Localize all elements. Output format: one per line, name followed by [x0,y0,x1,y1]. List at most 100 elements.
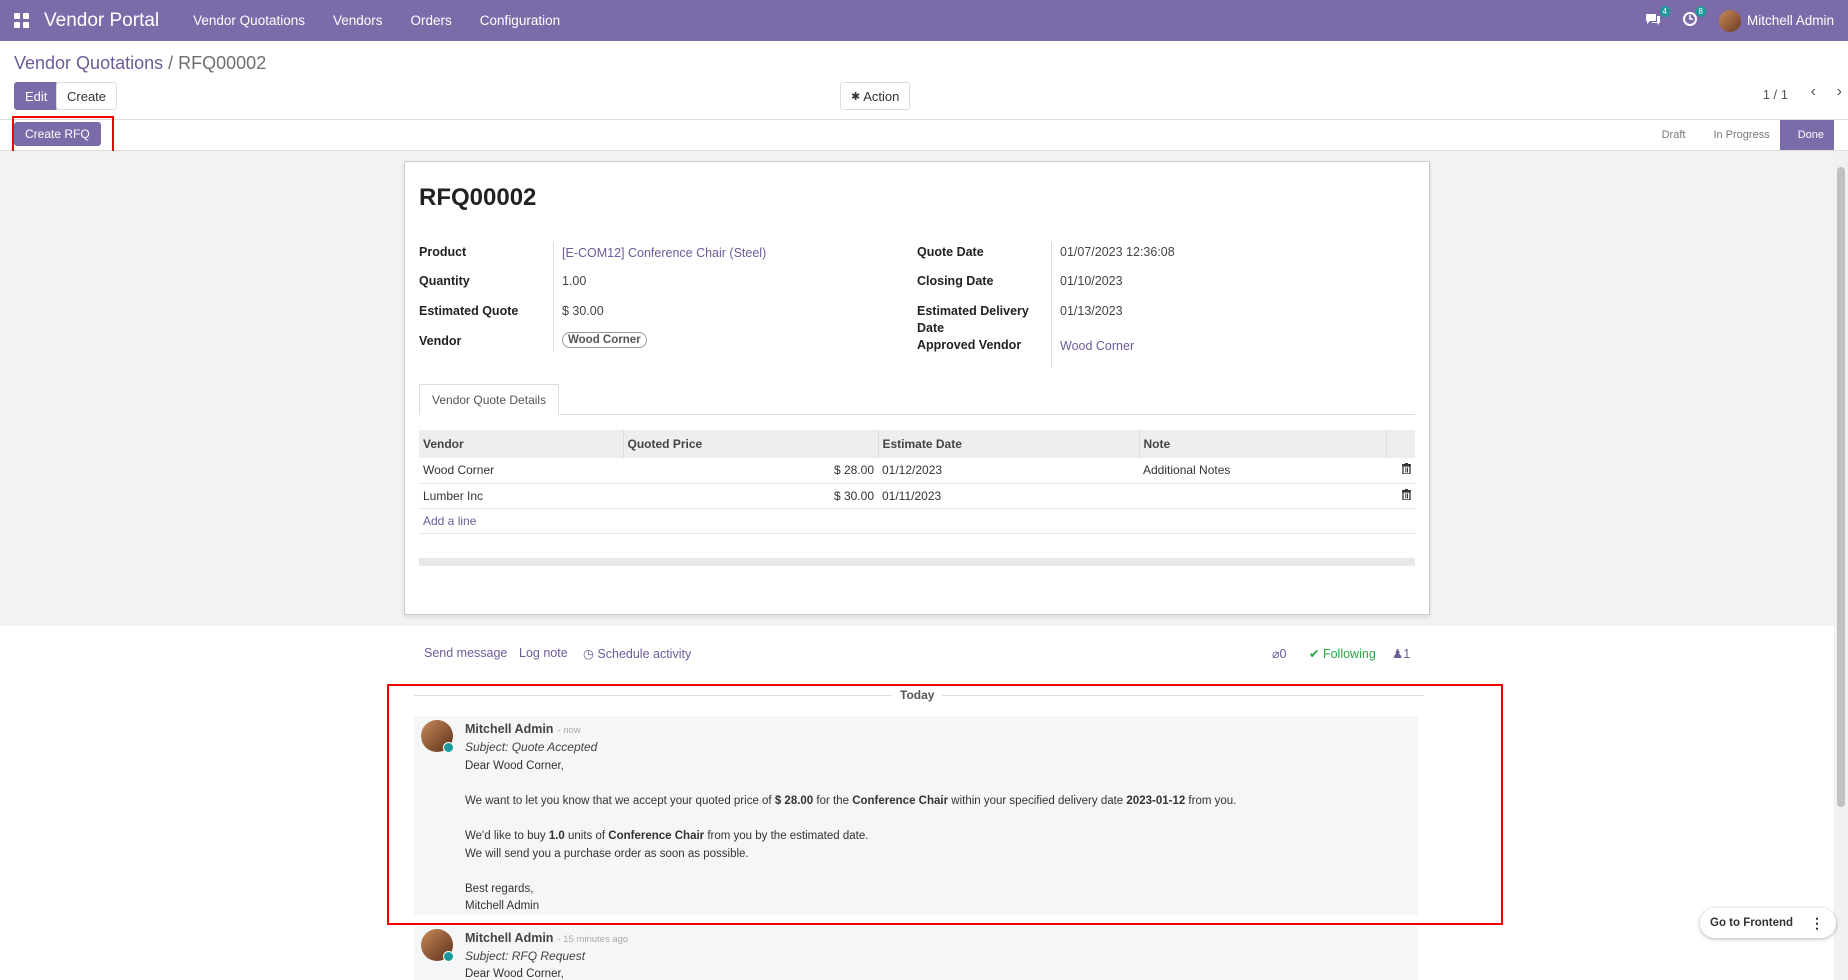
estimated-delivery-field[interactable]: 01/13/2023 [1060,304,1123,318]
pager-next-icon[interactable]: › [1837,83,1842,101]
brand-title[interactable]: Vendor Portal [44,10,159,32]
vendor-tag[interactable]: Wood Corner [562,332,647,348]
row-quoted-price[interactable]: $ 28.00 [623,458,878,484]
activities-clock-icon[interactable]: 8 [1682,5,1706,30]
row-vendor[interactable]: Lumber Inc [419,483,623,509]
quantity-field[interactable]: 1.00 [562,274,586,288]
user-menu[interactable]: Mitchell Admin [1747,13,1834,28]
menu-vendor-quotations[interactable]: Vendor Quotations [193,13,305,28]
column-header-note[interactable]: Note [1139,430,1387,458]
menu-orders[interactable]: Orders [411,13,452,28]
following-label: Following [1322,647,1376,661]
menu-configuration[interactable]: Configuration [480,13,560,28]
vendor-label: Vendor [419,334,462,348]
row-vendor[interactable]: Wood Corner [419,458,623,484]
tab-vendor-quote-details[interactable]: Vendor Quote Details [419,384,560,415]
page-scrollbar[interactable] [1834,151,1848,980]
row-estimate-date[interactable]: 01/11/2023 [878,483,1139,509]
stage-in-progress[interactable]: In Progress [1695,120,1779,150]
action-label: Action [863,88,900,104]
highlight-accepted-message [387,684,1503,925]
row-quoted-price[interactable]: $ 30.00 [623,483,878,509]
product-field[interactable]: [E-COM12] Conference Chair (Steel) [562,246,766,260]
followers-button[interactable]: ♟1 [1392,646,1410,661]
attachments-count: 0 [1279,647,1287,661]
notebook-tab-line [419,414,1415,415]
column-header-actions [1386,430,1415,458]
activities-count-badge: 8 [1695,5,1706,17]
approved-vendor-field[interactable]: Wood Corner [1060,339,1134,353]
column-header-vendor[interactable]: Vendor [419,430,624,458]
record-title: RFQ00002 [419,184,537,211]
messages-count-badge: 4 [1659,5,1670,17]
estimated-quote-label: Estimated Quote [419,304,519,318]
column-header-estimate-date[interactable]: Estimate Date [878,430,1140,458]
go-to-frontend-label: Go to Frontend [1710,917,1794,929]
form-sheet: RFQ00002 Product [E-COM12] Conference Ch… [404,161,1430,615]
user-avatar[interactable] [1718,9,1741,32]
stage-draft[interactable]: Draft [1644,120,1696,150]
top-navbar: Vendor Portal Vendor Quotations Vendors … [0,0,1848,41]
quote-date-label: Quote Date [917,245,984,259]
attachments-button[interactable]: ⌀0 [1272,646,1286,661]
create-button[interactable]: Create [56,82,118,110]
pager-previous-icon[interactable]: ‹ [1811,83,1816,101]
more-options-icon[interactable]: ⋮ [1810,915,1824,932]
paperclip-icon: ⌀ [1272,647,1280,661]
add-a-line-link[interactable]: Add a line [423,514,476,528]
message-author-line: Mitchell Admin - 15 minutes ago [465,931,628,945]
breadcrumb-separator: / [168,53,174,73]
followers-count: 1 [1403,647,1411,661]
closing-date-field[interactable]: 01/10/2023 [1060,274,1123,288]
closing-date-label: Closing Date [917,274,994,288]
quantity-label: Quantity [419,274,470,288]
quote-date-field[interactable]: 01/07/2023 12:36:08 [1060,245,1175,259]
breadcrumb: Vendor Quotations / RFQ00002 [14,53,266,74]
gear-icon: ✱ [851,90,861,103]
go-to-frontend-button[interactable]: Go to Frontend ⋮ [1700,908,1836,938]
approved-vendor-label: Approved Vendor [917,338,1022,352]
check-icon: ✔ [1309,647,1320,661]
messages-icon[interactable]: 4 [1645,5,1670,30]
message-author[interactable]: Mitchell Admin [465,931,553,945]
schedule-activity-button[interactable]: ◷ Schedule activity [583,646,691,661]
stage-pipeline: Draft In Progress Done [1644,120,1834,150]
table-row[interactable]: Wood Corner $ 28.00 01/12/2023 Additiona… [419,458,1415,484]
trash-icon[interactable] [1386,458,1415,484]
pager-value[interactable]: 1 / 1 [1763,87,1788,102]
estimated-quote-field[interactable]: $ 30.00 [562,304,604,318]
breadcrumb-parent[interactable]: Vendor Quotations [14,53,163,73]
form-statusbar: Create RFQ Draft In Progress Done [0,119,1848,151]
message-subject: Subject: RFQ Request [465,949,586,963]
trash-icon[interactable] [1386,483,1415,509]
right-column-divider [1051,242,1052,368]
table-row[interactable]: Lumber Inc $ 30.00 01/11/2023 [419,483,1415,509]
row-note[interactable] [1139,483,1386,509]
row-note[interactable]: Additional Notes [1139,458,1386,484]
author-avatar[interactable] [421,929,454,962]
message-time: - 15 minutes ago [557,934,629,945]
column-header-quoted-price[interactable]: Quoted Price [623,430,879,458]
user-icon: ♟ [1392,647,1404,661]
log-note-button[interactable]: Log note [519,646,568,660]
stage-done[interactable]: Done [1779,120,1834,150]
chatter-message: Mitchell Admin - 15 minutes ago Subject: … [414,926,1418,980]
send-message-button[interactable]: Send message [424,646,507,660]
vendor-quote-lines-table: Vendor Quoted Price Estimate Date Note W… [419,430,1415,534]
add-line-row: Add a line [419,508,1415,534]
action-dropdown[interactable]: ✱ Action [840,82,911,110]
schedule-activity-label: Schedule activity [597,647,692,661]
table-horizontal-scrollbar[interactable] [419,558,1415,566]
estimated-delivery-label: Estimated Delivery [917,304,1029,318]
message-greeting: Dear Wood Corner, [465,968,564,980]
scrollbar-thumb[interactable] [1837,167,1845,807]
edit-button[interactable]: Edit [14,82,59,110]
clock-icon: ◷ [583,647,594,661]
menu-vendors[interactable]: Vendors [333,13,383,28]
left-column-divider [553,242,554,352]
product-label: Product [419,245,467,259]
apps-menu-icon[interactable] [14,13,34,28]
following-button[interactable]: ✔ Following [1309,646,1376,661]
row-estimate-date[interactable]: 01/12/2023 [878,458,1139,484]
estimated-delivery-label-date: Date [917,321,945,335]
